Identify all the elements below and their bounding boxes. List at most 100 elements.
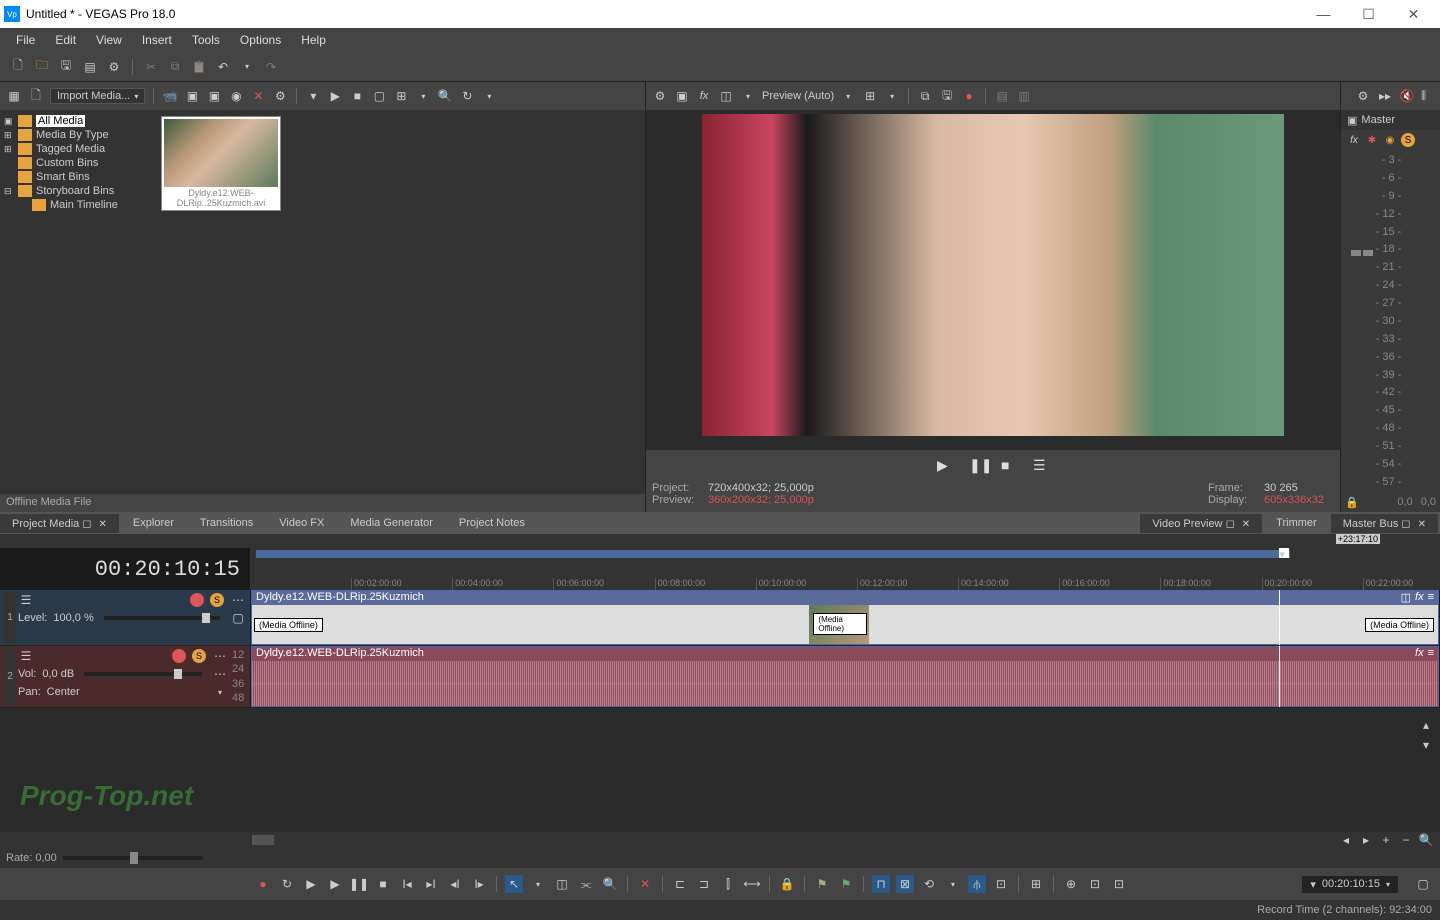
video-track-header[interactable]: 1 ☰ S ⋯ Level: 100,0 % ▢ [0,590,250,645]
paste-icon[interactable]: 📋 [191,59,207,75]
redo-icon[interactable]: ↷ [263,59,279,75]
tab-media-generator[interactable]: Media Generator [338,514,445,533]
stop-icon[interactable]: ■ [349,88,365,104]
quantize-button[interactable]: ⊠ [896,875,914,893]
autopreview-icon[interactable]: ▢ [371,88,387,104]
scroll-left-icon[interactable]: ◂ [1338,832,1354,848]
rate-handle[interactable] [130,852,138,864]
tab-transitions[interactable]: Transitions [188,514,265,533]
cut-icon[interactable]: ✂ [143,59,159,75]
solo-icon[interactable]: S [1401,133,1415,147]
dim-icon[interactable]: 🔇 [1399,88,1415,104]
normal-edit-tool[interactable]: ↖ [505,875,523,893]
track-solo-icon[interactable]: S [192,649,206,663]
menu-edit[interactable]: Edit [47,31,84,49]
overlays-dropdown-icon[interactable]: ▾ [884,88,900,104]
undock-icon[interactable]: ◻ [82,518,91,530]
close-icon[interactable]: ✕ [1242,519,1250,530]
tree-item-all-media[interactable]: ▣All Media [2,114,153,128]
media-thumbnail[interactable]: Dyldy.e12.WEB-DLRip..25Kuzmich.avi [161,116,281,211]
rate-slider[interactable] [63,856,203,860]
zoom-tool[interactable]: 🔍 [601,875,619,893]
compound-button[interactable]: ⊡ [1110,875,1128,893]
timecode-dropdown-icon[interactable]: ▾ [1386,880,1390,889]
video-fx-icon[interactable]: fx [696,88,712,104]
nest-button[interactable]: ⊡ [1086,875,1104,893]
level-slider[interactable] [104,616,220,620]
split-screen-icon[interactable]: ◫ [718,88,734,104]
delete-icon[interactable]: ✕ [250,88,266,104]
undock-icon[interactable]: ◻ [1226,518,1235,530]
ignore-grouping-button[interactable]: ⊞ [1027,875,1045,893]
timeline-empty-area[interactable]: Prog-Top.net ▴ ▾ [0,711,1440,832]
zoom-in-icon[interactable]: + [1378,832,1394,848]
pause-button[interactable]: ❚❚ [350,875,368,893]
video-clip[interactable]: Dyldy.e12.WEB-DLRip.25Kuzmich◫fx≡ (Media… [251,590,1439,645]
selection-tool[interactable]: ◫ [553,875,571,893]
media-thumbs-area[interactable]: Dyldy.e12.WEB-DLRip..25Kuzmich.avi [155,110,645,494]
views-icon[interactable]: ▾ [305,88,321,104]
track-record-icon[interactable] [172,649,186,663]
clip-menu-icon[interactable]: ≡ [1428,591,1434,604]
bypass-fx-icon[interactable] [190,593,204,607]
track-motion-icon[interactable]: ▢ [230,610,246,626]
preview-props-icon[interactable]: ⚙ [652,88,668,104]
vol-slider[interactable] [84,672,202,676]
tab-trimmer[interactable]: Trimmer [1264,514,1329,533]
import-media-button[interactable]: Import Media... ▾ [50,88,145,104]
delete-button[interactable]: ✕ [636,875,654,893]
copy-icon[interactable]: ⧉ [167,59,183,75]
undo-icon[interactable]: ↶ [215,59,231,75]
scopes-icon[interactable]: ▤ [994,88,1010,104]
playhead-line[interactable] [1279,646,1280,707]
remove-icon[interactable]: ▣ [206,88,222,104]
auto-crossfade-button[interactable]: ⫛ [968,875,986,893]
pause-button[interactable]: ❚❚ [969,457,985,473]
go-to-end-button[interactable]: ▸I [422,875,440,893]
zoom-fit-icon[interactable]: 🔍 [1418,832,1434,848]
close-button[interactable]: ✕ [1391,0,1436,28]
search-icon[interactable]: 🔍 [437,88,453,104]
menu-insert[interactable]: Insert [134,31,180,49]
menu-help[interactable]: Help [293,31,334,49]
lock-button[interactable]: 🔒 [778,875,796,893]
slider-handle[interactable] [174,669,182,679]
zoom-height-out-icon[interactable]: ▾ [1418,737,1434,753]
prev-frame-button[interactable]: ◂I [446,875,464,893]
split-button[interactable]: ⫿ [719,875,737,893]
video-preview-frame[interactable] [702,114,1284,436]
menu-tools[interactable]: Tools [184,31,228,49]
clip-crop-icon[interactable]: ◫ [1401,591,1411,604]
tab-master-bus[interactable]: Master Bus ◻ ✕ [1331,514,1438,533]
zoom-height-in-icon[interactable]: ▴ [1418,717,1434,733]
save-icon[interactable]: 🖫 [58,59,74,75]
track-more-icon[interactable]: ⋯ [230,592,246,608]
lock-icon[interactable]: 🔒 [1345,496,1359,509]
slip-button[interactable]: ⟷ [743,875,761,893]
mixer-props-icon[interactable]: ⚙ [1355,88,1371,104]
menu-file[interactable]: File [8,31,43,49]
copy-snapshot-icon[interactable]: ⧉ [917,88,933,104]
video-track-content[interactable]: Dyldy.e12.WEB-DLRip.25Kuzmich◫fx≡ (Media… [250,590,1440,645]
close-icon[interactable]: ✕ [1418,519,1426,530]
minimize-button[interactable]: — [1301,0,1346,28]
properties-icon[interactable]: ⚙ [106,59,122,75]
track-solo-icon[interactable]: S [210,593,224,607]
tab-explorer[interactable]: Explorer [121,514,186,533]
marker-button[interactable]: ⚑ [813,875,831,893]
envelope-tool[interactable]: ⫘ [577,875,595,893]
end-marker[interactable]: +23:17:10 [1336,534,1380,544]
mute-icon[interactable]: ◉ [1383,133,1397,147]
pan-dropdown-icon[interactable]: ▾ [212,684,228,700]
loop-region[interactable] [256,550,1290,558]
selection-start-icon[interactable]: ▢ [1414,875,1432,893]
play-from-start-button[interactable]: ▶ [302,875,320,893]
quality-dropdown-icon[interactable]: ▾ [840,88,856,104]
refresh-icon[interactable]: ↻ [459,88,475,104]
lock-envelopes-button[interactable]: ⊡ [992,875,1010,893]
timeline-marker-bar[interactable]: +23:17:10 [0,534,1440,548]
loop-button[interactable]: ↻ [278,875,296,893]
track-menu-icon[interactable]: ☰ [18,592,34,608]
media-new-icon[interactable]: 🗋 [28,88,44,104]
region-button[interactable]: ⚑ [837,875,855,893]
